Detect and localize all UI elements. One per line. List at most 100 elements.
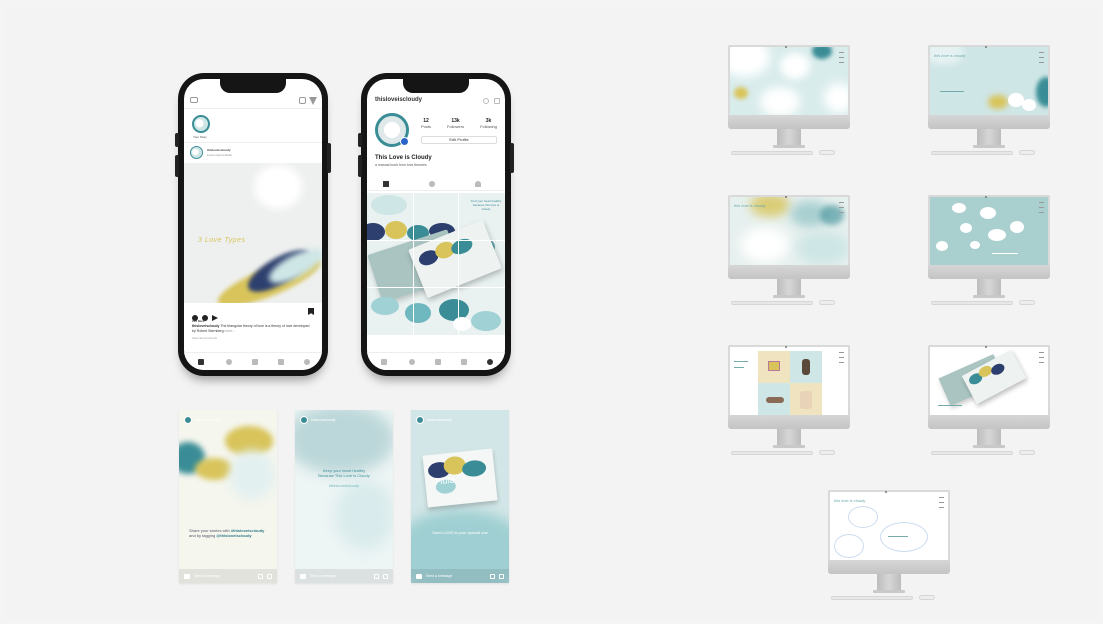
search-icon[interactable] (226, 359, 232, 365)
menu-icon[interactable] (494, 98, 500, 104)
menu-icon[interactable] (839, 202, 844, 217)
mouse (819, 450, 835, 455)
story-card[interactable]: thisloveiscloudy Fluia Send LOVE to your… (411, 410, 509, 583)
mouse (1019, 150, 1035, 155)
postcard-text: Fluia (434, 474, 456, 487)
tagged-icon[interactable] (475, 181, 481, 187)
story-share[interactable]: thisloveiscloudy Share your stories with… (179, 410, 277, 583)
story-label: Your Story (193, 135, 207, 139)
home-icon[interactable] (381, 359, 387, 365)
share-icon[interactable] (212, 315, 218, 321)
profile-tabs (367, 177, 505, 191)
your-story-avatar[interactable] (192, 115, 210, 133)
screen-signature: this love is cloudy (834, 498, 866, 503)
send-message-input[interactable]: Send a message (194, 574, 254, 578)
profile-post-grid[interactable]: Find your heart healthy because this lov… (367, 193, 505, 335)
imac-screen-gallery[interactable] (728, 345, 850, 415)
story-avatar[interactable] (184, 416, 192, 424)
bottom-nav (184, 352, 322, 370)
post-image-text: 3 Love Types (198, 237, 246, 244)
grid-separators (367, 193, 505, 335)
imac-mockup (925, 345, 1053, 463)
send-message-input[interactable]: Send a message (310, 574, 370, 578)
menu-icon[interactable] (939, 497, 944, 512)
reels-icon[interactable] (435, 359, 441, 365)
phone-feed-mockup: Your Story thisloveiscloudy Lorem ipsum … (175, 73, 331, 376)
send-message-input[interactable]: Send a message (426, 574, 486, 578)
camera-icon[interactable] (190, 97, 198, 103)
text-line (888, 536, 908, 537)
story-account[interactable]: thisloveiscloudy (195, 418, 220, 422)
post-handle[interactable]: thisloveiscloudy (207, 148, 231, 152)
heart-icon[interactable] (278, 359, 284, 365)
heart-icon[interactable] (461, 359, 467, 365)
heart-icon[interactable] (490, 573, 495, 579)
story-avatar[interactable] (416, 416, 424, 424)
imac-camera (985, 346, 987, 348)
text-line (734, 361, 748, 362)
imac-screen-clouds[interactable] (928, 195, 1050, 265)
camera-icon[interactable] (184, 573, 190, 579)
imac-camera (985, 46, 987, 48)
post-actions (192, 308, 222, 321)
menu-icon[interactable] (839, 352, 844, 367)
stat-posts[interactable]: 12 Posts (421, 119, 431, 130)
heart-icon[interactable] (374, 573, 379, 579)
profile-username: thisloveiscloudy (375, 97, 423, 103)
profile-avatar[interactable] (375, 113, 409, 147)
send-icon[interactable] (383, 573, 388, 579)
text-line (734, 367, 744, 368)
profile-icon[interactable] (304, 359, 310, 365)
story-avatar[interactable] (300, 416, 308, 424)
mouse (1019, 300, 1035, 305)
imac-screen-book[interactable] (928, 345, 1050, 415)
story-account[interactable]: thisloveiscloudy (427, 418, 452, 422)
menu-icon[interactable] (1039, 202, 1044, 217)
history-icon[interactable] (483, 98, 489, 104)
camera-icon[interactable] (300, 573, 306, 579)
caption-handle[interactable]: thisloveiscloudy (192, 324, 219, 328)
profile-icon[interactable] (487, 359, 493, 365)
grid-icon[interactable] (383, 181, 389, 187)
menu-icon[interactable] (1039, 52, 1044, 67)
heart-icon[interactable] (258, 573, 263, 579)
direct-message-icon[interactable] (309, 97, 317, 105)
view-comments-link[interactable]: View all comments (192, 336, 217, 340)
imac-screen-home[interactable] (728, 45, 850, 115)
story-text: Share your stories with #thisloveiscloud… (189, 528, 265, 538)
add-story-icon[interactable] (400, 137, 409, 146)
imac-screen-brush[interactable]: this love is cloudy (728, 195, 850, 265)
story-header: thisloveiscloudy (416, 416, 452, 424)
search-icon[interactable] (409, 359, 415, 365)
menu-icon[interactable] (1039, 352, 1044, 367)
story-account[interactable]: thisloveiscloudy (311, 418, 336, 422)
imac-screen-intro[interactable]: this love is cloudy (928, 45, 1050, 115)
phone-screen: thisloveiscloudy 12 Posts 13k Followers 3k… (367, 79, 505, 370)
reels-icon[interactable] (252, 359, 258, 365)
story-reply-bar: Send a message (411, 569, 509, 583)
reels-tab-icon[interactable] (429, 181, 435, 187)
likes-count: 210 likes (192, 319, 205, 323)
igtv-icon[interactable] (299, 97, 306, 104)
imac-mockup (725, 345, 853, 463)
imac-screen-outline[interactable]: this love is cloudy (828, 490, 950, 560)
bookmark-icon[interactable] (308, 308, 314, 315)
menu-icon[interactable] (839, 52, 844, 67)
post-subtitle: Lorem ipsum Dolor (207, 153, 233, 157)
edit-profile-button[interactable]: Edit Profile (421, 136, 497, 144)
keyboard (931, 301, 1013, 305)
send-icon[interactable] (499, 573, 504, 579)
caption-more-link[interactable]: more... (225, 329, 236, 333)
send-icon[interactable] (267, 573, 272, 579)
home-icon[interactable] (198, 359, 204, 365)
stat-followers[interactable]: 13k Followers (447, 119, 464, 130)
story-header: thisloveiscloudy (184, 416, 220, 424)
screen-signature: this love is cloudy (934, 53, 966, 58)
imac-mockup: this love is cloudy (925, 45, 1053, 163)
post-image[interactable]: 3 Love Types (184, 163, 322, 303)
camera-icon[interactable] (416, 573, 422, 579)
post-avatar[interactable] (190, 146, 203, 159)
stat-following[interactable]: 3k Following (480, 119, 497, 130)
story-quote[interactable]: thisloveiscloudy Keep your heart healthy… (295, 410, 393, 583)
phone-side-button (175, 133, 179, 147)
